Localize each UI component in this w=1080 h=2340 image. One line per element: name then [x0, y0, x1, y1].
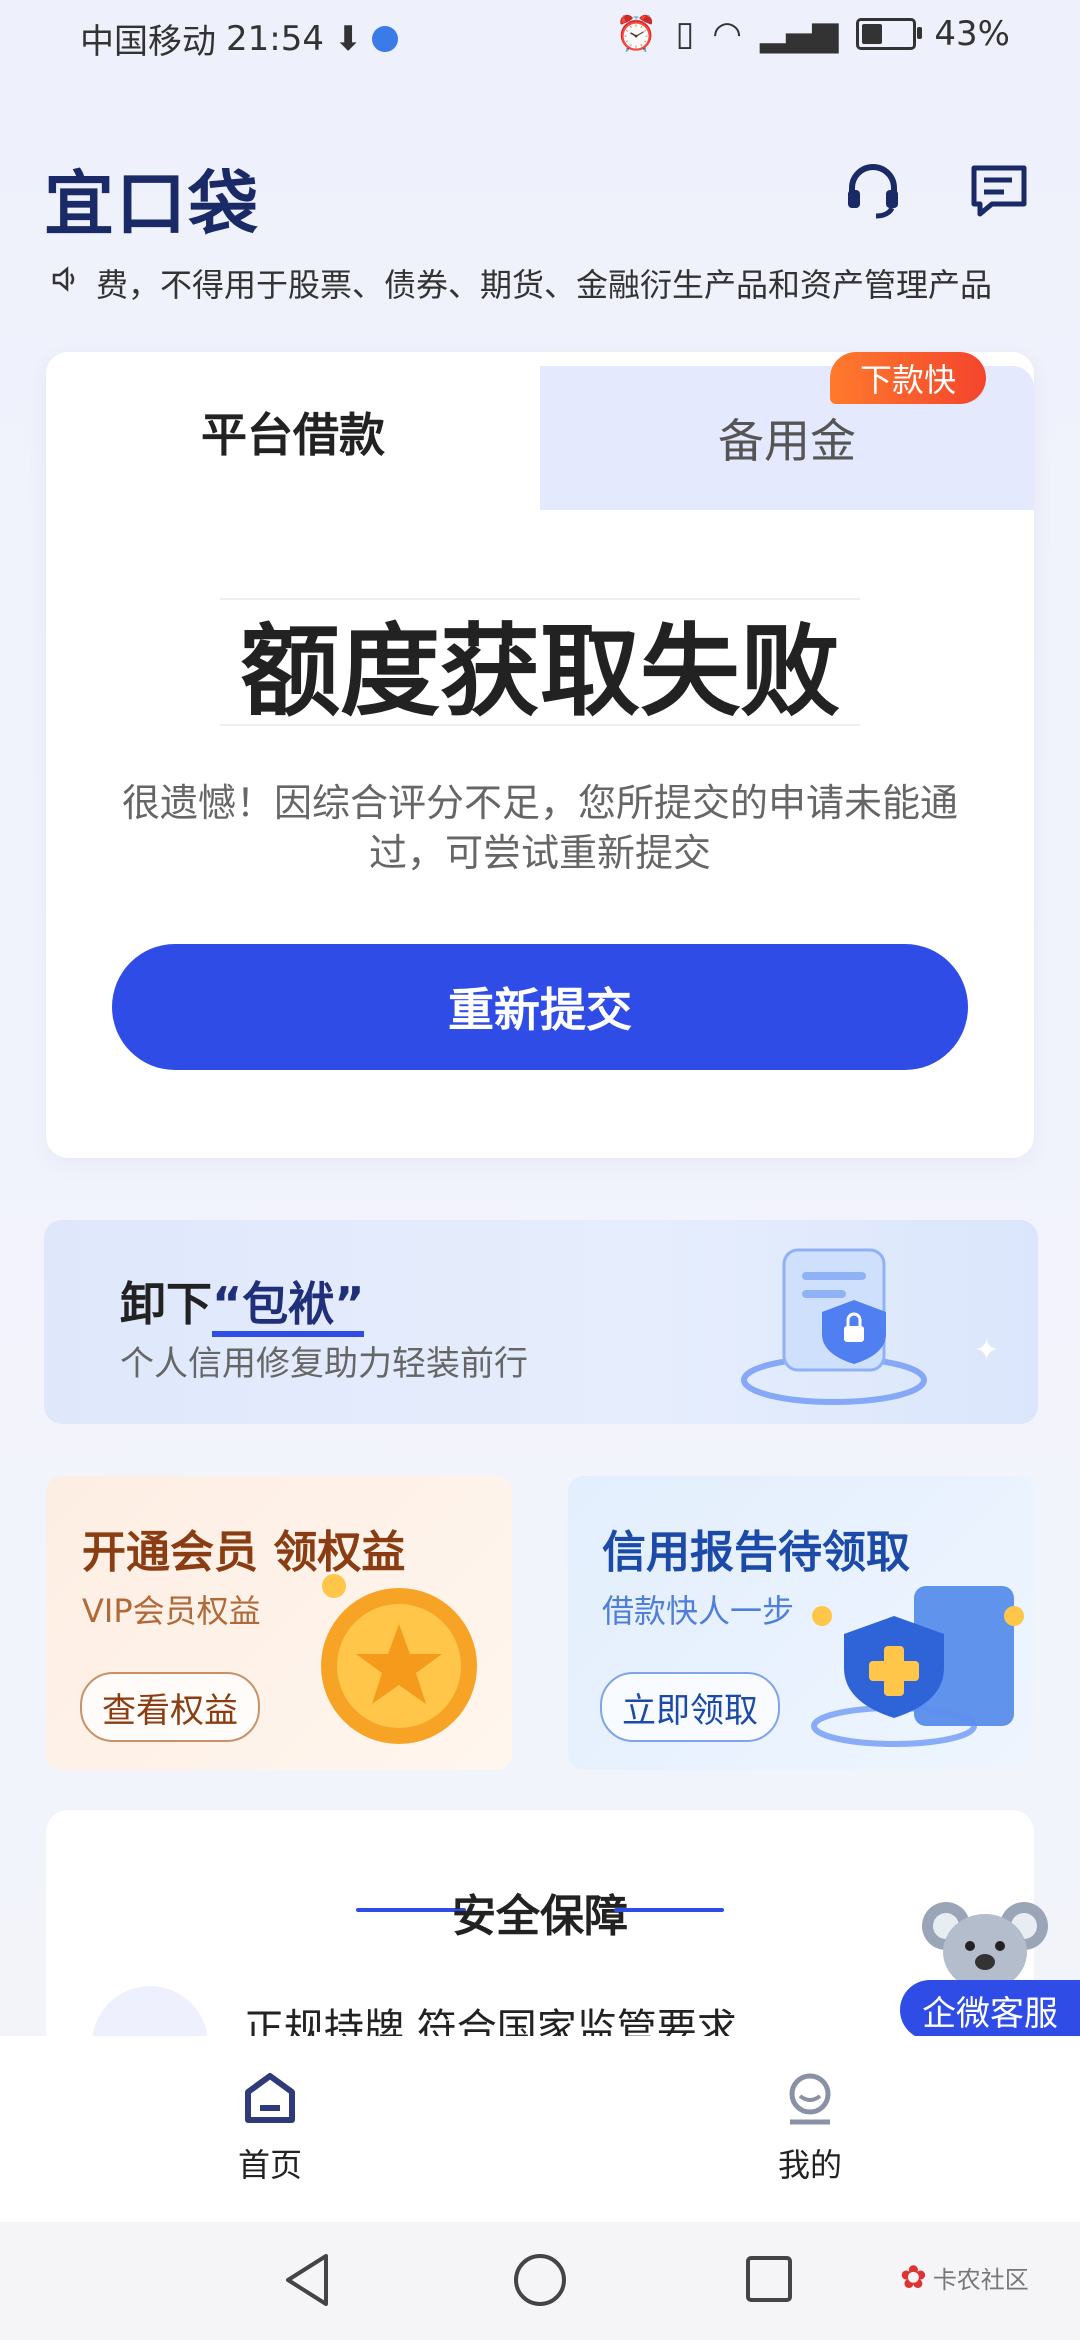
app-logo: 宜口袋	[44, 163, 260, 245]
nav-home-label: 首页	[237, 2146, 302, 2184]
claim-now-button[interactable]: 立即领取	[600, 1672, 780, 1742]
notice-marquee: 费，不得用于股票、债券、期货、金融衍生产品和资产管理产品	[50, 258, 1050, 308]
banner-title-prefix: 卸下	[120, 1277, 212, 1331]
shield-plus-icon	[811, 1586, 1024, 1747]
system-nav-bar: ✿ 卡农社区	[0, 2222, 1080, 2340]
credit-report-title: 信用报告待领取	[602, 1527, 910, 1578]
title-line-right	[614, 1908, 724, 1912]
credit-report-subtitle: 借款快人一步	[602, 1592, 795, 1630]
status-bar: 中国移动 21:54 ⬇ ⏰ ▯ ◠ ▂▄▆ 43%	[0, 0, 1080, 80]
flower-logo-icon: ✿	[900, 2258, 927, 2296]
download-icon: ⬇	[333, 18, 363, 59]
resubmit-button[interactable]: 重新提交	[112, 944, 968, 1070]
home-circle-icon[interactable]	[512, 2252, 568, 2308]
profile-icon	[789, 2073, 831, 2125]
battery-icon	[856, 18, 923, 50]
banner-subtitle: 个人信用修复助力轻装前行	[120, 1344, 528, 1384]
fast-badge: 下款快	[830, 352, 986, 404]
star-coin-icon	[321, 1574, 477, 1744]
speaker-icon	[50, 264, 80, 302]
vip-promo-card[interactable]: 开通会员 领权益 VIP会员权益 查看权益	[46, 1476, 512, 1770]
nav-home[interactable]: 首页	[170, 2070, 370, 2186]
alarm-icon: ⏰	[615, 14, 658, 54]
back-icon[interactable]	[282, 2252, 332, 2308]
status-right: ⏰ ▯ ◠ ▂▄▆ 43%	[615, 14, 1010, 54]
watermark-text: 卡农社区	[932, 2265, 1029, 2294]
banner-title: 卸下“包袱”	[120, 1268, 365, 1337]
time-label: 21:54	[226, 18, 324, 59]
vip-promo-subtitle: VIP会员权益	[82, 1592, 261, 1630]
svg-text:✦: ✦	[974, 1333, 999, 1368]
status-left: 中国移动 21:54 ⬇	[80, 14, 399, 63]
nav-profile-label: 我的	[777, 2146, 842, 2184]
home-icon	[245, 2073, 295, 2123]
tab-platform-loan[interactable]: 平台借款	[46, 352, 540, 512]
wifi-icon: ◠	[712, 14, 742, 54]
browser-icon	[372, 25, 399, 52]
recents-icon[interactable]	[744, 2254, 794, 2304]
message-icon[interactable]	[964, 156, 1034, 226]
status-description: 很遗憾！因综合评分不足，您所提交的申请未能通过，可尝试重新提交	[121, 781, 958, 875]
banner-title-highlight: “包袱”	[212, 1277, 365, 1337]
marquee-text: 费，不得用于股票、债券、期货、金融衍生产品和资产管理产品	[96, 266, 993, 304]
status-title: 额度获取失败	[220, 598, 860, 730]
carrier-label: 中国移动	[80, 22, 216, 62]
signal-icon: ▂▄▆	[759, 14, 839, 54]
view-benefits-button[interactable]: 查看权益	[80, 1672, 260, 1742]
vibrate-icon: ▯	[675, 14, 695, 54]
headset-icon[interactable]	[838, 156, 908, 226]
credit-report-promo-card[interactable]: 信用报告待领取 借款快人一步 立即领取	[568, 1476, 1034, 1770]
battery-label: 43%	[934, 14, 1010, 54]
nav-profile[interactable]: 我的	[710, 2070, 910, 2186]
wechat-service-button[interactable]: 企微客服	[900, 1980, 1080, 2040]
bottom-nav	[0, 2036, 1080, 2222]
security-title: 安全保障	[452, 1891, 628, 1942]
watermark: ✿ 卡农社区	[900, 2258, 1029, 2296]
shield-document-icon: ✦	[741, 1248, 999, 1405]
